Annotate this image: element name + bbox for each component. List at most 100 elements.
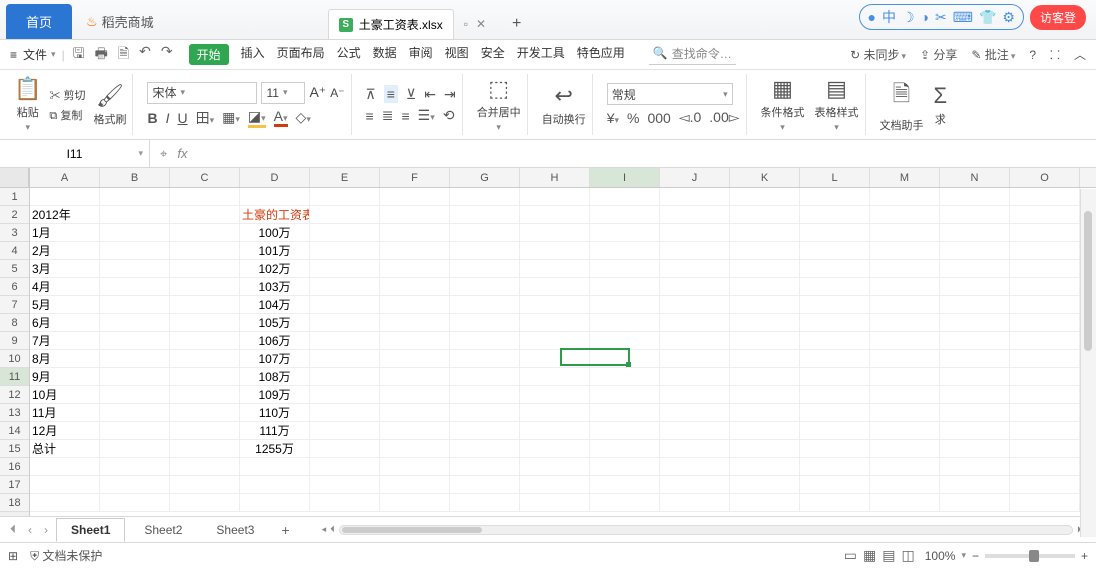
cell[interactable] xyxy=(940,296,1010,314)
cell[interactable] xyxy=(30,476,100,494)
cell[interactable]: 4月 xyxy=(30,278,100,296)
cell[interactable] xyxy=(870,296,940,314)
cell[interactable] xyxy=(310,440,380,458)
cell[interactable] xyxy=(520,476,590,494)
cell[interactable]: 109万 xyxy=(240,386,310,404)
format-painter-button[interactable]: 🖌格式刷 xyxy=(93,83,126,127)
row-header-17[interactable]: 17 xyxy=(0,476,29,494)
cell[interactable] xyxy=(1010,224,1080,242)
cell[interactable] xyxy=(1010,386,1080,404)
zoom-label[interactable]: 100% xyxy=(925,549,956,563)
tab-dev[interactable]: 开发工具 xyxy=(517,44,565,65)
cell[interactable] xyxy=(1010,332,1080,350)
cell[interactable] xyxy=(660,458,730,476)
cell[interactable] xyxy=(310,404,380,422)
cell[interactable] xyxy=(1010,278,1080,296)
fx-icon[interactable]: fx xyxy=(177,146,187,161)
cell[interactable] xyxy=(730,260,800,278)
cell[interactable] xyxy=(450,332,520,350)
zoom-in-button[interactable]: + xyxy=(1081,549,1088,563)
col-header-B[interactable]: B xyxy=(100,168,170,187)
cell[interactable] xyxy=(590,350,660,368)
col-header-N[interactable]: N xyxy=(940,168,1010,187)
cell[interactable] xyxy=(170,206,240,224)
decrease-decimal-button[interactable]: .00▻ xyxy=(709,109,739,126)
undo-icon[interactable]: ↶ xyxy=(139,43,151,67)
cell[interactable] xyxy=(240,188,310,206)
cell[interactable]: 103万 xyxy=(240,278,310,296)
cell[interactable] xyxy=(660,386,730,404)
cell[interactable] xyxy=(100,350,170,368)
cell[interactable] xyxy=(310,494,380,512)
cell[interactable] xyxy=(590,242,660,260)
cell[interactable] xyxy=(310,458,380,476)
cell[interactable] xyxy=(170,494,240,512)
cell[interactable] xyxy=(450,278,520,296)
cell[interactable] xyxy=(660,224,730,242)
percent-button[interactable]: % xyxy=(627,110,639,126)
cell[interactable] xyxy=(240,494,310,512)
goto-icon[interactable]: ⌖ xyxy=(160,146,167,162)
cell[interactable] xyxy=(940,188,1010,206)
view-normal-icon[interactable]: ▭ xyxy=(844,547,857,564)
cell[interactable]: 总计 xyxy=(30,440,100,458)
cell[interactable] xyxy=(100,422,170,440)
cell[interactable]: 111万 xyxy=(240,422,310,440)
cell[interactable] xyxy=(380,350,450,368)
paste-button[interactable]: 📋粘贴▾ xyxy=(14,76,41,133)
cell[interactable] xyxy=(310,314,380,332)
cell[interactable] xyxy=(870,278,940,296)
cell[interactable] xyxy=(520,404,590,422)
file-tab[interactable]: S 土豪工资表.xlsx xyxy=(328,9,454,39)
add-sheet-button[interactable]: + xyxy=(273,522,297,538)
cell[interactable] xyxy=(940,440,1010,458)
cell[interactable] xyxy=(870,314,940,332)
cell[interactable] xyxy=(310,296,380,314)
col-header-K[interactable]: K xyxy=(730,168,800,187)
cell[interactable] xyxy=(730,296,800,314)
cell[interactable] xyxy=(450,404,520,422)
cell[interactable] xyxy=(380,242,450,260)
cell[interactable] xyxy=(170,476,240,494)
cell[interactable] xyxy=(450,224,520,242)
cell[interactable] xyxy=(100,458,170,476)
save-icon[interactable]: 🖫 xyxy=(73,43,85,67)
sheet-area[interactable]: 123456789101112131415161718 ABCDEFGHIJKL… xyxy=(0,168,1096,516)
cell[interactable] xyxy=(30,494,100,512)
col-header-G[interactable]: G xyxy=(450,168,520,187)
cell[interactable] xyxy=(730,206,800,224)
cell[interactable] xyxy=(590,458,660,476)
cell[interactable] xyxy=(730,242,800,260)
cell[interactable] xyxy=(800,278,870,296)
cell[interactable] xyxy=(730,278,800,296)
clear-format-button[interactable]: ◇▾ xyxy=(296,109,311,126)
cell[interactable] xyxy=(660,260,730,278)
bold-button[interactable]: B xyxy=(147,110,157,126)
cell[interactable] xyxy=(590,224,660,242)
cell[interactable] xyxy=(1010,476,1080,494)
shop-tab[interactable]: ♨ 稻壳商城 xyxy=(72,4,168,39)
tab-insert[interactable]: 插入 xyxy=(241,44,265,65)
view-page-icon[interactable]: ▤ xyxy=(882,547,895,564)
col-header-M[interactable]: M xyxy=(870,168,940,187)
cell[interactable] xyxy=(590,278,660,296)
indent-right-button[interactable]: ⇥ xyxy=(444,86,456,103)
cell[interactable] xyxy=(100,242,170,260)
cell[interactable] xyxy=(100,332,170,350)
cell[interactable] xyxy=(1010,206,1080,224)
cell[interactable] xyxy=(1010,188,1080,206)
sheet-tab-2[interactable]: Sheet2 xyxy=(129,518,197,542)
cell[interactable] xyxy=(100,404,170,422)
share-button[interactable]: ⇪ 分享 xyxy=(920,46,957,63)
cell[interactable] xyxy=(450,458,520,476)
row-header-5[interactable]: 5 xyxy=(0,260,29,278)
cell[interactable] xyxy=(100,368,170,386)
cell[interactable] xyxy=(1010,368,1080,386)
cell[interactable]: 8月 xyxy=(30,350,100,368)
cell[interactable] xyxy=(870,422,940,440)
cell[interactable] xyxy=(1010,260,1080,278)
comma-button[interactable]: 000 xyxy=(647,110,670,126)
cell[interactable] xyxy=(590,422,660,440)
cell[interactable] xyxy=(590,332,660,350)
cell[interactable] xyxy=(730,476,800,494)
